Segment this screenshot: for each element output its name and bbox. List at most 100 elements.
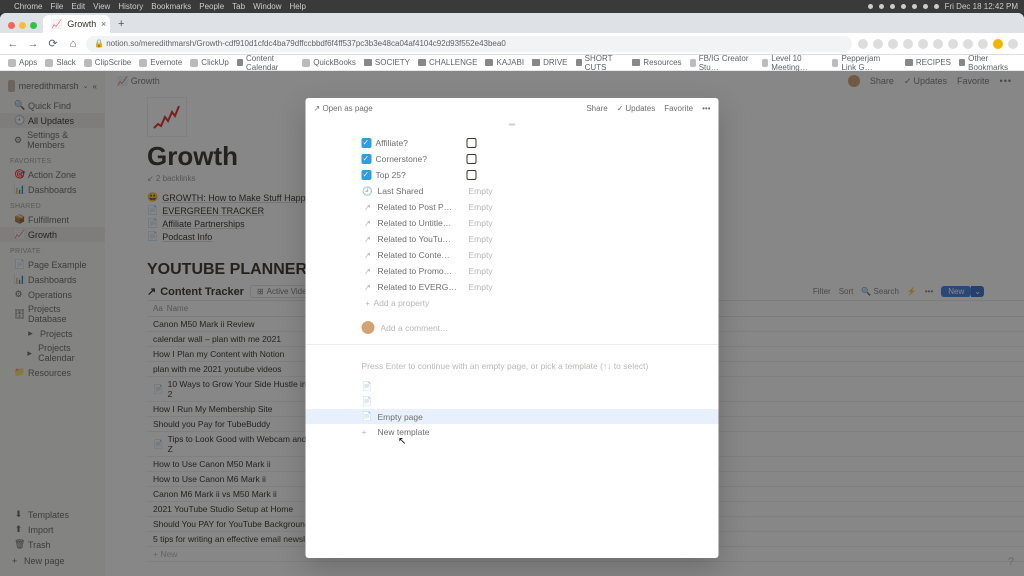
ext-icon[interactable] xyxy=(963,39,973,49)
menu-view[interactable]: View xyxy=(93,2,110,11)
checkbox-checked[interactable] xyxy=(362,170,372,180)
tab-close-icon[interactable]: × xyxy=(101,19,106,29)
property-row[interactable]: ↗Related to Conte…Empty xyxy=(362,247,663,263)
checkbox[interactable] xyxy=(467,170,477,180)
ext-icon[interactable] xyxy=(948,39,958,49)
profile-avatar[interactable] xyxy=(993,39,1003,49)
menu-file[interactable]: File xyxy=(50,2,63,11)
tray-icon xyxy=(890,4,895,9)
updates-button[interactable]: Updates xyxy=(617,104,656,113)
checkbox[interactable] xyxy=(467,154,477,164)
template-label: Empty page xyxy=(378,412,423,422)
bookmark[interactable]: SOCIETY xyxy=(364,58,410,67)
property-row[interactable]: ↗Related to Untitle…Empty xyxy=(362,215,663,231)
bookmarks-bar: Apps Slack ClipScribe Evernote ClickUp C… xyxy=(0,55,1024,71)
close-icon[interactable] xyxy=(8,22,15,29)
tray-icon xyxy=(934,4,939,9)
property-row[interactable]: Affiliate? xyxy=(362,135,663,151)
open-as-page-button[interactable]: ↗ Open as page xyxy=(314,104,373,113)
modal-topbar: ↗ Open as page Share Updates Favorite ••… xyxy=(306,98,719,119)
share-button[interactable]: Share xyxy=(586,104,607,113)
minimize-icon[interactable] xyxy=(19,22,26,29)
add-property-button[interactable]: +Add a property xyxy=(362,295,663,311)
template-label: New template xyxy=(378,427,430,437)
reload-icon[interactable]: ⟳ xyxy=(46,37,60,50)
other-bookmarks[interactable]: Other Bookmarks xyxy=(959,54,1016,72)
zoom-icon[interactable] xyxy=(30,22,37,29)
checkbox[interactable] xyxy=(467,138,477,148)
menu-icon[interactable] xyxy=(1008,39,1018,49)
bookmark[interactable]: Content Calendar xyxy=(237,54,294,72)
bookmark[interactable]: Resources xyxy=(632,58,681,67)
menu-history[interactable]: History xyxy=(118,2,143,11)
browser-tab[interactable]: 📈 Growth × xyxy=(43,15,110,33)
bookmark[interactable]: ClipScribe xyxy=(84,58,131,67)
plus-icon: + xyxy=(362,298,374,308)
ext-icon[interactable] xyxy=(888,39,898,49)
ext-icon[interactable] xyxy=(903,39,913,49)
bookmark[interactable]: CHALLENGE xyxy=(418,58,477,67)
drag-handle-icon[interactable]: ━ xyxy=(306,119,719,135)
property-label: Related to Untitle… xyxy=(374,218,469,228)
property-row[interactable]: ↗Related to YouTu…Empty xyxy=(362,231,663,247)
ext-icon[interactable] xyxy=(978,39,988,49)
ext-icon[interactable] xyxy=(858,39,868,49)
folder-icon xyxy=(905,59,913,66)
menu-people[interactable]: People xyxy=(199,2,224,11)
property-value: Empty xyxy=(469,186,493,196)
property-row[interactable]: ↗Related to Promo…Empty xyxy=(362,263,663,279)
favicon-icon xyxy=(762,59,768,67)
bookmark[interactable]: Slack xyxy=(45,58,76,67)
bookmark[interactable]: RECIPES xyxy=(905,58,951,67)
property-icon: ↗ xyxy=(362,282,374,293)
window-controls[interactable] xyxy=(6,22,43,33)
more-icon[interactable]: ••• xyxy=(702,104,710,113)
property-icon: ↗ xyxy=(362,250,374,261)
menu-help[interactable]: Help xyxy=(290,2,306,11)
favorite-button[interactable]: Favorite xyxy=(664,104,693,113)
bookmark-apps[interactable]: Apps xyxy=(8,58,37,67)
home-icon[interactable]: ⌂ xyxy=(66,38,80,50)
checkbox-checked[interactable] xyxy=(362,138,372,148)
bookmark[interactable]: KAJABI xyxy=(485,58,524,67)
bookmark[interactable]: DRIVE xyxy=(532,58,567,67)
bookmark[interactable]: QuickBooks xyxy=(302,58,356,67)
menu-edit[interactable]: Edit xyxy=(71,2,85,11)
template-option[interactable]: 📄 xyxy=(362,379,663,394)
property-row[interactable]: Top 25? xyxy=(362,167,663,183)
property-row[interactable]: ↗Related to EVERG…Empty xyxy=(362,279,663,295)
bookmark[interactable]: FB/IG Creator Stu… xyxy=(690,54,755,72)
app-name: Chrome xyxy=(14,2,42,11)
comment-input[interactable]: Add a comment… xyxy=(306,317,719,345)
checkbox-checked[interactable] xyxy=(362,154,372,164)
bookmark[interactable]: SHORT CUTS xyxy=(576,54,625,72)
new-tab-button[interactable]: + xyxy=(114,17,128,31)
menu-tab[interactable]: Tab xyxy=(232,2,245,11)
property-value: Empty xyxy=(469,266,493,276)
template-option[interactable]: 📄 xyxy=(362,394,663,409)
template-option[interactable]: +New template xyxy=(362,424,663,439)
tab-title: Growth xyxy=(67,19,96,29)
bookmark[interactable]: Level 10 Meeting… xyxy=(762,54,824,72)
property-row[interactable]: ↗Related to Post P…Empty xyxy=(362,199,663,215)
favicon-icon xyxy=(832,59,838,67)
forward-icon[interactable]: → xyxy=(26,38,40,50)
address-bar[interactable]: 🔒 notion.so/meredithmarsh/Growth-cdf910d… xyxy=(86,36,852,52)
property-icon: ↗ xyxy=(362,234,374,245)
bookmark[interactable]: Evernote xyxy=(139,58,182,67)
bookmark[interactable]: ClickUp xyxy=(190,58,229,67)
template-option[interactable]: 📄 Empty page xyxy=(306,409,719,424)
menu-bookmarks[interactable]: Bookmarks xyxy=(151,2,191,11)
page-modal: ↗ Open as page Share Updates Favorite ••… xyxy=(306,98,719,558)
back-icon[interactable]: ← xyxy=(6,38,20,50)
menu-window[interactable]: Window xyxy=(253,2,281,11)
property-row[interactable]: Cornerstone? xyxy=(362,151,663,167)
property-row[interactable]: 🕘Last SharedEmpty xyxy=(362,183,663,199)
bookmark[interactable]: Pepperjam Link G… xyxy=(832,54,897,72)
ext-icon[interactable] xyxy=(918,39,928,49)
ext-icon[interactable] xyxy=(873,39,883,49)
ext-icon[interactable] xyxy=(933,39,943,49)
cursor-icon: ↖ xyxy=(398,436,406,447)
url-text: notion.so/meredithmarsh/Growth-cdf910d1c… xyxy=(106,39,506,48)
template-icon: 📄 xyxy=(362,411,372,422)
